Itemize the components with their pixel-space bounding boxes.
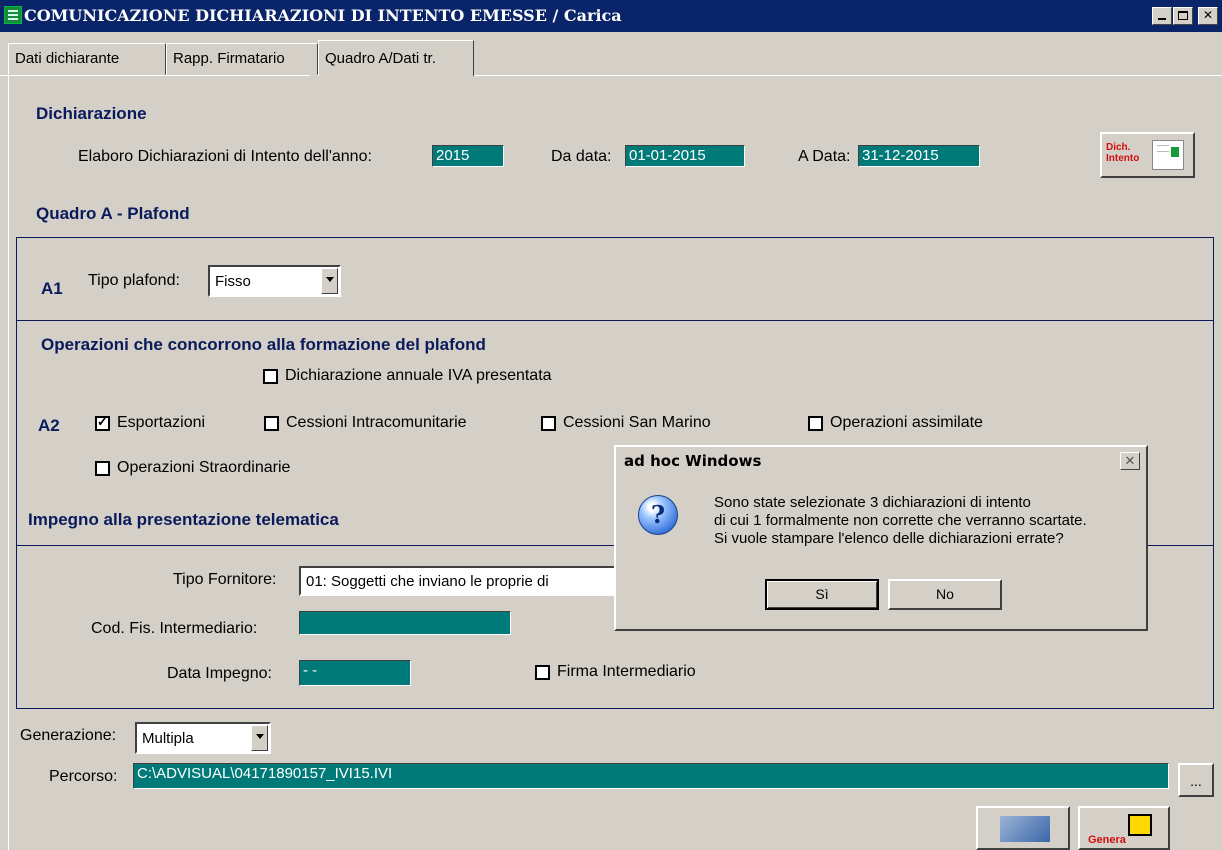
da-data-field[interactable]: 01-01-2015 xyxy=(625,145,745,167)
dichiarazione-title: Dichiarazione xyxy=(36,104,147,123)
esportazioni-checkbox[interactable] xyxy=(95,414,110,431)
firma-intermediario-checkbox[interactable] xyxy=(535,665,550,680)
dichiarazione-annuale-label: Dichiarazione annuale IVA presentata xyxy=(285,367,552,384)
cessioni-san-marino-checkbox[interactable] xyxy=(541,416,556,431)
generazione-value: Multipla xyxy=(142,730,194,747)
dialog-title: ad hoc Windows xyxy=(624,452,762,470)
quadro-a-divider xyxy=(16,320,1214,321)
operazioni-straordinarie-checkbox[interactable] xyxy=(95,461,110,476)
close-button[interactable]: ✕ xyxy=(1198,7,1218,25)
print-button[interactable] xyxy=(976,806,1070,850)
a1-code: A1 xyxy=(41,279,63,298)
question-icon: ? xyxy=(638,495,678,535)
tipo-plafond-label: Tipo plafond: xyxy=(88,272,180,289)
operazioni-assimilate-checkbox[interactable] xyxy=(808,416,823,431)
tipo-plafond-value: Fisso xyxy=(215,273,251,290)
window-title: COMUNICAZIONE DICHIARAZIONI DI INTENTO E… xyxy=(24,6,622,25)
printer-icon xyxy=(1000,816,1050,842)
yes-button[interactable]: Sì xyxy=(765,579,879,610)
tipo-plafond-select[interactable]: Fisso xyxy=(208,265,341,297)
firma-intermediario-label: Firma Intermediario xyxy=(557,663,696,680)
tab-baseline-right xyxy=(474,75,1222,76)
anno-field[interactable]: 2015 xyxy=(432,145,504,167)
genera-label: Genera xyxy=(1088,834,1126,846)
dialog-message: Sono state selezionate 3 dichiarazioni d… xyxy=(714,494,1087,548)
a2-code: A2 xyxy=(38,416,60,435)
maximize-icon xyxy=(1178,11,1188,20)
operazioni-assimilate-label: Operazioni assimilate xyxy=(830,414,983,431)
window-title-bar[interactable]: COMUNICAZIONE DICHIARAZIONI DI INTENTO E… xyxy=(0,0,1222,32)
a-data-field[interactable]: 31-12-2015 xyxy=(858,145,980,167)
tab-rapp-firmatario[interactable]: Rapp. Firmatario xyxy=(166,43,318,75)
cessioni-intracomunitarie-label: Cessioni Intracomunitarie xyxy=(286,414,467,431)
dichiarazione-annuale-checkbox[interactable] xyxy=(263,369,278,384)
dialog-message-line: Si vuole stampare l'elenco delle dichiar… xyxy=(714,530,1064,547)
generazione-select[interactable]: Multipla xyxy=(135,722,271,754)
esportazioni-label: Esportazioni xyxy=(117,414,206,431)
maximize-button[interactable] xyxy=(1173,7,1193,25)
operazioni-title: Operazioni che concorrono alla formazion… xyxy=(41,335,486,354)
confirm-dialog: ad hoc Windows ✕ ? Sono state selezionat… xyxy=(614,445,1148,631)
no-button[interactable]: No xyxy=(888,579,1002,610)
close-icon: ✕ xyxy=(1202,8,1214,22)
da-data-label: Da data: xyxy=(551,148,612,165)
cod-fis-field[interactable] xyxy=(299,611,511,635)
dialog-close-button[interactable]: ✕ xyxy=(1120,452,1140,470)
app-icon xyxy=(4,6,22,24)
impegno-title: Impegno alla presentazione telematica xyxy=(28,510,339,529)
generazione-label: Generazione: xyxy=(20,727,117,744)
tipo-fornitore-value: 01: Soggetti che inviano le proprie di xyxy=(306,573,549,590)
cessioni-san-marino-label: Cessioni San Marino xyxy=(563,414,711,431)
a-data-label: A Data: xyxy=(798,148,851,165)
chevron-down-icon[interactable] xyxy=(321,268,338,294)
document-icon xyxy=(1152,140,1184,170)
chevron-down-icon[interactable] xyxy=(251,725,268,751)
genera-icon xyxy=(1128,814,1152,836)
dich-intento-button[interactable]: Dich. Intento xyxy=(1100,132,1195,178)
tab-quadro-a[interactable]: Quadro A/Dati tr. xyxy=(318,40,474,76)
operazioni-straordinarie-label: Operazioni Straordinarie xyxy=(117,459,291,476)
tipo-fornitore-select[interactable]: 01: Soggetti che inviano le proprie di xyxy=(299,566,639,596)
data-impegno-field[interactable]: - - xyxy=(299,660,411,686)
percorso-field[interactable]: C:\ADVISUAL\04171890157_IVI15.IVI xyxy=(133,763,1169,789)
panel-left-edge xyxy=(8,75,9,850)
dialog-message-line: Sono state selezionate 3 dichiarazioni d… xyxy=(714,494,1031,511)
browse-button[interactable]: ... xyxy=(1178,763,1214,797)
close-icon: ✕ xyxy=(1124,453,1136,468)
tab-dati-dichiarante[interactable]: Dati dichiarante xyxy=(8,43,166,75)
minimize-icon xyxy=(1158,18,1166,20)
tipo-fornitore-label: Tipo Fornitore: xyxy=(173,571,277,588)
tab-baseline-left xyxy=(0,75,310,76)
percorso-label: Percorso: xyxy=(49,768,118,785)
genera-button[interactable]: Genera xyxy=(1078,806,1170,850)
dialog-title-bar[interactable]: ad hoc Windows ✕ xyxy=(616,447,1146,475)
cod-fis-label: Cod. Fis. Intermediario: xyxy=(91,620,258,637)
quadro-a-title: Quadro A - Plafond xyxy=(36,204,190,223)
anno-label: Elaboro Dichiarazioni di Intento dell'an… xyxy=(78,148,372,165)
dialog-message-line: di cui 1 formalmente non corrette che ve… xyxy=(714,512,1087,529)
cessioni-intracomunitarie-checkbox[interactable] xyxy=(264,416,279,431)
data-impegno-label: Data Impegno: xyxy=(167,665,272,682)
dich-intento-label: Dich. Intento xyxy=(1106,142,1140,164)
minimize-button[interactable] xyxy=(1152,7,1172,25)
